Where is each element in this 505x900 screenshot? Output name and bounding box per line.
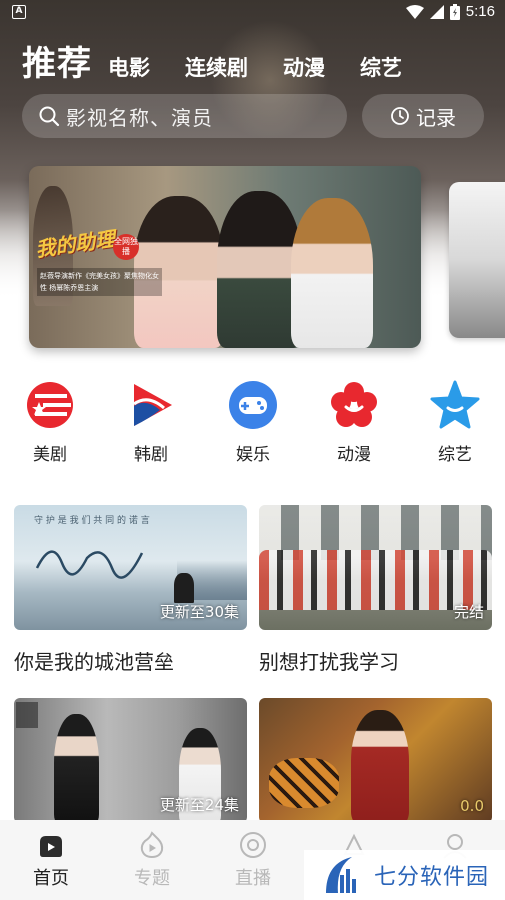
gamepad-icon bbox=[229, 381, 277, 429]
nav-label: 首页 bbox=[33, 868, 69, 889]
category-anime[interactable]: 动漫 bbox=[314, 380, 394, 465]
flower-icon bbox=[331, 382, 377, 427]
clock-icon bbox=[391, 107, 409, 125]
status-time: 5:16 bbox=[465, 3, 495, 20]
us-flag-icon bbox=[27, 382, 73, 428]
star-icon bbox=[430, 380, 480, 429]
banner-slide[interactable]: 我的助理 全网独播 赵薇导演新作《完美女孩》聚焦物化女性 杨幂陈乔恩主演 bbox=[29, 166, 421, 348]
nav-label: 专题 bbox=[134, 868, 170, 889]
banner-figure bbox=[291, 198, 373, 348]
tab-recommend[interactable]: 推荐 bbox=[22, 36, 92, 85]
video-title: 别想打扰我学习 bbox=[259, 650, 399, 674]
category-label: 综艺 bbox=[438, 445, 472, 465]
signal-icon bbox=[429, 4, 444, 19]
tab-series[interactable]: 连续剧 bbox=[185, 52, 248, 82]
video-card[interactable]: 0.0 bbox=[259, 698, 492, 823]
video-title: 你是我的城池营垒 bbox=[14, 650, 174, 674]
video-thumbnail: 更新至24集 bbox=[14, 698, 247, 823]
banner-caption: 赵薇导演新作《完美女孩》聚焦物化女性 杨幂陈乔恩主演 bbox=[37, 268, 162, 296]
status-bar: A 5:16 bbox=[0, 0, 505, 28]
category-label: 娱乐 bbox=[236, 445, 270, 465]
video-card[interactable]: 守 护 是 我 们 共 同 的 诺 言 更新至30集 你是我的城池营垒 bbox=[14, 505, 247, 675]
nav-home[interactable]: 首页 bbox=[16, 830, 86, 890]
thumb-figure bbox=[351, 710, 409, 823]
thumb-seal bbox=[16, 702, 38, 728]
video-card[interactable]: 更新至24集 bbox=[14, 698, 247, 823]
thumb-figure-left bbox=[54, 714, 99, 823]
category-shortcuts: 美剧 韩剧 娱乐 动漫 综艺 bbox=[0, 380, 505, 470]
watermark: 七分软件园 bbox=[304, 850, 505, 900]
thumb-calligraphy bbox=[35, 550, 144, 579]
search-icon bbox=[39, 106, 60, 127]
home-icon bbox=[40, 836, 62, 857]
banner-next-slide[interactable] bbox=[449, 182, 505, 338]
category-entertainment[interactable]: 娱乐 bbox=[213, 380, 293, 465]
tab-movie[interactable]: 电影 bbox=[108, 52, 150, 82]
tab-anime[interactable]: 动漫 bbox=[283, 52, 325, 82]
watermark-text: 七分软件园 bbox=[374, 865, 490, 890]
history-label: 记录 bbox=[416, 105, 456, 130]
episode-badge: 更新至24集 bbox=[159, 796, 239, 814]
category-variety[interactable]: 综艺 bbox=[415, 380, 495, 465]
category-label: 动漫 bbox=[337, 445, 371, 465]
category-us-drama[interactable]: 美剧 bbox=[10, 380, 90, 465]
history-button[interactable]: 记录 bbox=[362, 94, 484, 138]
battery-icon bbox=[449, 3, 460, 20]
live-icon bbox=[240, 832, 266, 858]
video-card[interactable]: 完结 别想打扰我学习 bbox=[259, 505, 492, 675]
nav-label: 直播 bbox=[235, 868, 271, 889]
wifi-icon bbox=[405, 4, 424, 19]
search-placeholder: 影视名称、演员 bbox=[66, 105, 213, 130]
video-thumbnail: 守 护 是 我 们 共 同 的 诺 言 更新至30集 bbox=[14, 505, 247, 630]
episode-badge: 更新至30集 bbox=[159, 603, 239, 621]
notification-icon: A bbox=[12, 5, 26, 19]
video-thumbnail: 完结 bbox=[259, 505, 492, 630]
banner-badge: 全网独播 bbox=[113, 234, 139, 260]
thumb-tiger bbox=[269, 758, 339, 808]
thumb-figures bbox=[174, 573, 194, 603]
status-badge: 完结 bbox=[453, 603, 484, 621]
nav-topics[interactable]: 专题 bbox=[117, 830, 187, 890]
category-label: 韩剧 bbox=[134, 445, 168, 465]
category-korean-drama[interactable]: 韩剧 bbox=[111, 380, 191, 465]
tab-variety[interactable]: 综艺 bbox=[360, 52, 402, 82]
search-bar[interactable]: 影视名称、演员 bbox=[22, 94, 347, 138]
video-thumbnail: 0.0 bbox=[259, 698, 492, 823]
nav-live[interactable]: 直播 bbox=[218, 830, 288, 890]
topic-icon bbox=[140, 831, 164, 859]
category-tabs: 推荐 电影 连续剧 动漫 综艺 bbox=[22, 36, 437, 85]
banner-figure bbox=[217, 191, 302, 348]
category-label: 美剧 bbox=[33, 445, 67, 465]
korea-play-icon bbox=[133, 384, 172, 426]
watermark-logo bbox=[326, 857, 356, 893]
score-badge: 0.0 bbox=[460, 797, 484, 815]
thumb-tagline: 守 护 是 我 们 共 同 的 诺 言 bbox=[34, 516, 150, 526]
